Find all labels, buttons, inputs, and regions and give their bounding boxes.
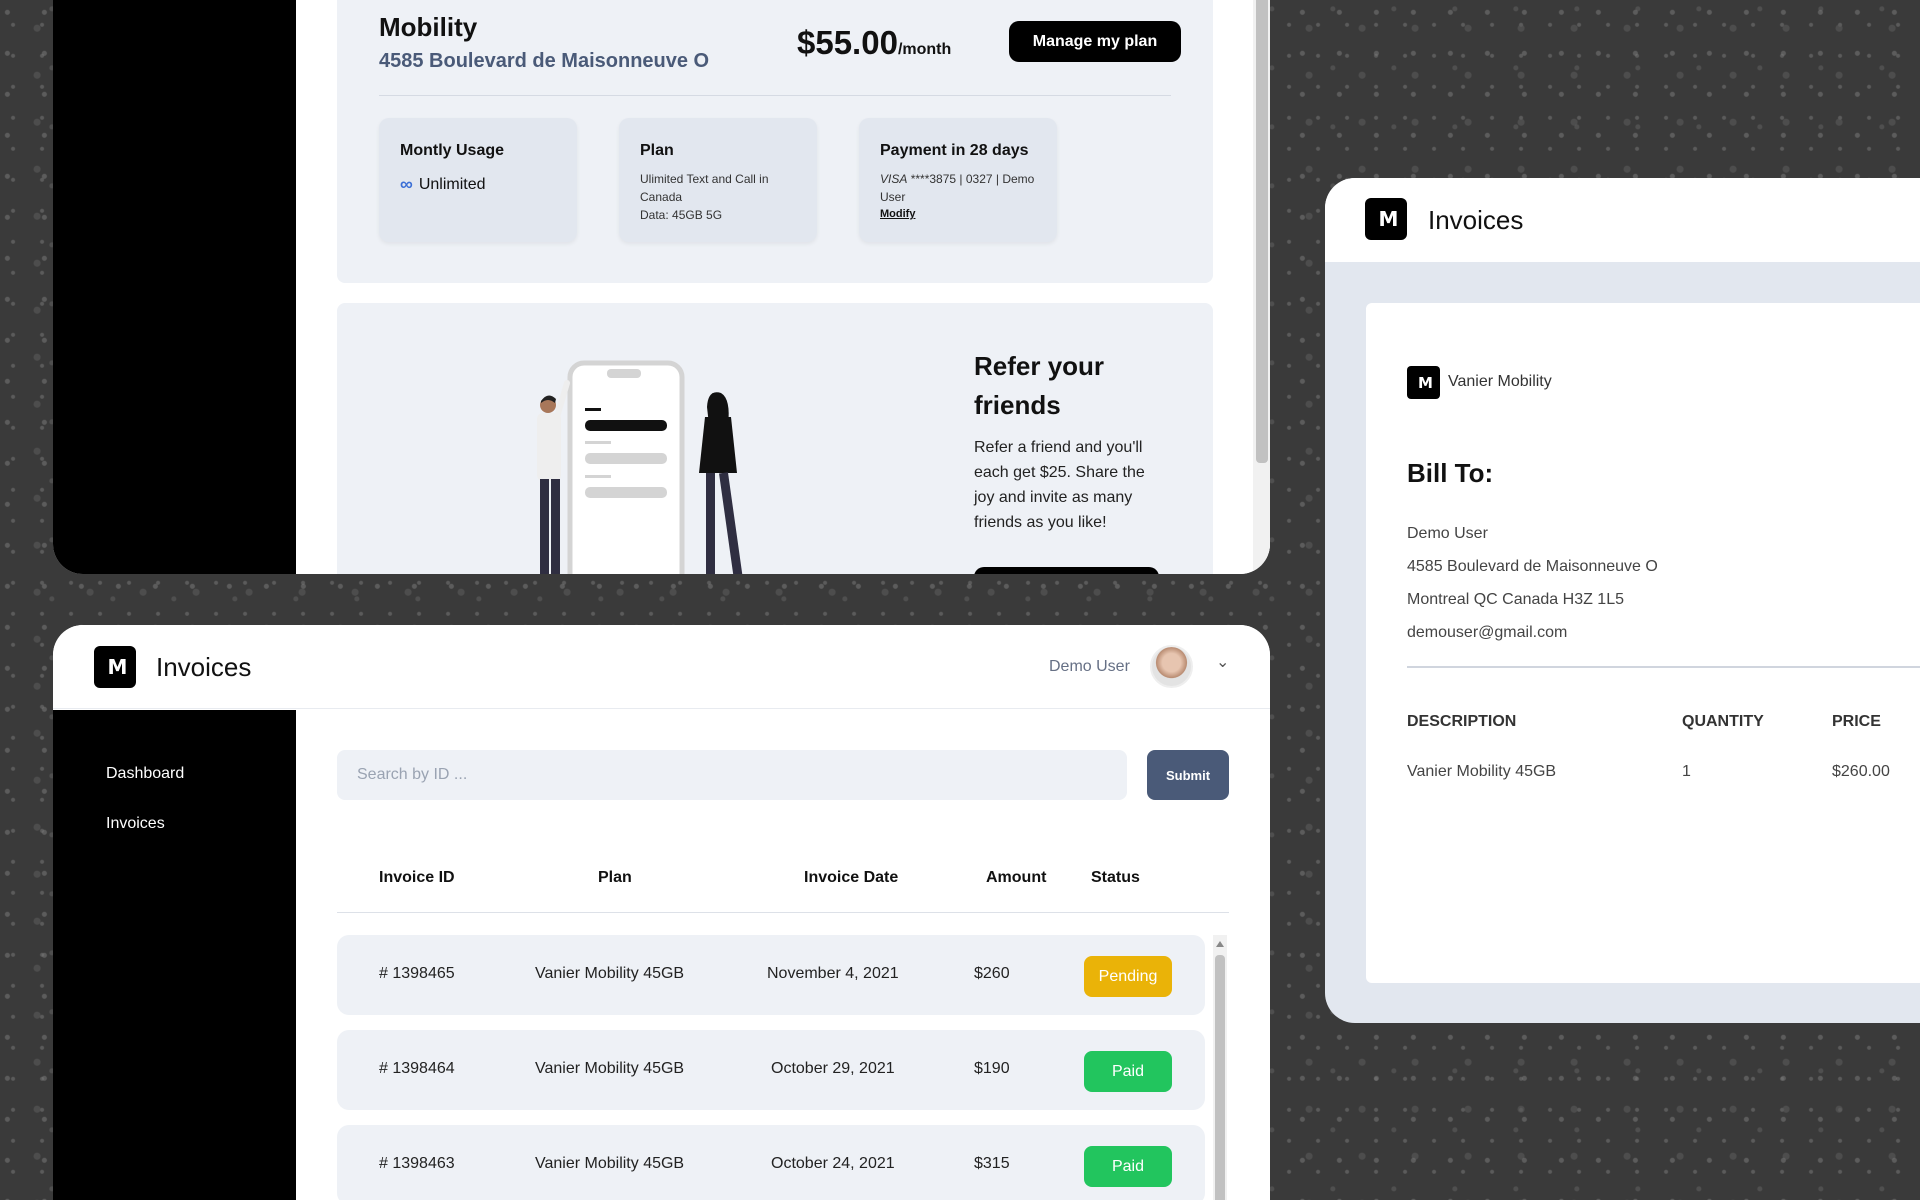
avatar[interactable] xyxy=(1150,645,1193,688)
invoice-id: # 1398465 xyxy=(379,965,455,982)
item-quantity: 1 xyxy=(1682,763,1691,780)
payment-card: Payment in 28 days VISA ****3875 | 0327 … xyxy=(859,118,1057,242)
price-amount: $55.00 xyxy=(797,24,898,61)
sidebar: Dashboard Invoices xyxy=(53,710,296,1200)
invoice-id: # 1398463 xyxy=(379,1155,455,1172)
invoice-plan: Vanier Mobility 45GB xyxy=(535,965,685,982)
usage-text: Unlimited xyxy=(418,175,486,193)
invoice-plan: Vanier Mobility 45GB xyxy=(535,1155,685,1172)
app-logo[interactable]: M xyxy=(1365,198,1407,240)
refer-text: Refer a friend and you'll each get $25. … xyxy=(974,439,1145,531)
refer-illustration xyxy=(537,360,744,574)
page-title: Invoices xyxy=(156,652,252,682)
payment-title: Payment in 28 days xyxy=(880,142,1029,159)
dashboard-main: Mobility 4585 Boulevard de Maisonneuve O… xyxy=(296,0,1270,574)
company-logo: M xyxy=(1407,366,1440,399)
invoices-list-window: M Invoices Demo User ⌄ Dashboard Invoice… xyxy=(53,625,1270,1200)
user-name[interactable]: Demo User xyxy=(1049,658,1130,676)
usage-value: ∞ Unlimited xyxy=(400,174,556,195)
column-header-amount: Amount xyxy=(986,869,1047,886)
chevron-down-icon[interactable]: ⌄ xyxy=(1216,652,1229,672)
card-brand: VISA xyxy=(880,172,908,186)
table-row[interactable]: # 1398463 Vanier Mobility 45GB October 2… xyxy=(337,1125,1205,1200)
scrollbar-thumb[interactable] xyxy=(1256,0,1268,463)
column-header-price: PRICE xyxy=(1832,713,1881,730)
plan-card-title: Plan xyxy=(640,142,674,159)
status-badge: Paid xyxy=(1084,1051,1172,1092)
logo-mark: M xyxy=(1418,373,1433,392)
table-scrollbar[interactable] xyxy=(1213,935,1227,1200)
company-name: Vanier Mobility xyxy=(1448,373,1552,390)
price-unit: /month xyxy=(897,41,952,58)
plan-title: Mobility xyxy=(379,12,478,42)
plan-dashboard-window: Mobility 4585 Boulevard de Maisonneuve O… xyxy=(53,0,1270,574)
refer-friends-card: Refer your friends Refer a friend and yo… xyxy=(337,303,1213,574)
scroll-up-icon[interactable] xyxy=(1216,941,1224,947)
column-header-status: Status xyxy=(1091,869,1140,886)
status-badge: Paid xyxy=(1084,1146,1172,1187)
monthly-usage-card: Montly Usage ∞ Unlimited xyxy=(379,118,577,242)
payment-details: VISA ****3875 | 0327 | Demo User xyxy=(880,170,1036,206)
plan-card: Plan Ulimited Text and Call in Canada Dat… xyxy=(619,118,817,242)
invoice-document: M Vanier Mobility I DI Bill To: Demo Use… xyxy=(1366,303,1920,983)
divider xyxy=(1407,666,1920,668)
sidebar-item-dashboard[interactable]: Dashboard xyxy=(106,765,184,783)
invoice-amount: $190 xyxy=(974,1060,1010,1077)
page-scrollbar[interactable] xyxy=(1253,0,1270,574)
plan-details: Ulimited Text and Call in Canada Data: 45… xyxy=(640,170,796,224)
invoice-date: November 4, 2021 xyxy=(767,965,899,982)
top-bar: M Invoices Demo User ⌄ xyxy=(53,625,1270,709)
invoice-id: # 1398464 xyxy=(379,1060,455,1077)
plan-line-1: Ulimited Text and Call in Canada xyxy=(640,172,769,204)
submit-button[interactable]: Submit xyxy=(1147,750,1229,800)
column-header-description: DESCRIPTION xyxy=(1407,713,1517,730)
plan-summary-card: Mobility 4585 Boulevard de Maisonneuve O… xyxy=(337,0,1213,283)
plan-line-2: Data: 45GB 5G xyxy=(640,208,723,222)
scrollbar-thumb[interactable] xyxy=(1215,955,1225,1200)
app-logo[interactable]: M xyxy=(94,646,136,688)
invoice-detail-window: M Invoices M Vanier Mobility I DI Bill T… xyxy=(1325,178,1920,1023)
sidebar xyxy=(53,0,296,574)
infinity-icon: ∞ xyxy=(400,174,413,194)
invoice-plan: Vanier Mobility 45GB xyxy=(535,1060,685,1077)
invoice-amount: $260 xyxy=(974,965,1010,982)
column-header-plan: Plan xyxy=(598,869,632,886)
search-input[interactable] xyxy=(337,750,1127,800)
page-title: Invoices xyxy=(1428,205,1524,235)
header-divider xyxy=(337,912,1229,913)
sidebar-item-invoices[interactable]: Invoices xyxy=(106,815,165,833)
invoice-date: October 29, 2021 xyxy=(771,1060,895,1077)
bill-to-city: Montreal QC Canada H3Z 1L5 xyxy=(1407,591,1624,608)
plan-address: 4585 Boulevard de Maisonneuve O xyxy=(379,50,710,72)
monthly-usage-title: Montly Usage xyxy=(400,142,505,159)
invoice-date: October 24, 2021 xyxy=(771,1155,895,1172)
logo-mark: M xyxy=(107,655,128,679)
bill-to-email: demouser@gmail.com xyxy=(1407,624,1568,641)
logo-mark: M xyxy=(1378,207,1399,231)
table-row[interactable]: # 1398464 Vanier Mobility 45GB October 2… xyxy=(337,1030,1205,1110)
column-header-invoice-id: Invoice ID xyxy=(379,869,455,886)
column-header-quantity: QUANTITY xyxy=(1682,713,1764,730)
divider xyxy=(379,95,1171,96)
invoice-amount: $315 xyxy=(974,1155,1010,1172)
column-header-invoice-date: Invoice Date xyxy=(804,869,899,886)
top-bar: M Invoices xyxy=(1325,178,1920,262)
bill-to-name: Demo User xyxy=(1407,525,1488,542)
refer-button[interactable] xyxy=(974,567,1159,574)
item-description: Vanier Mobility 45GB xyxy=(1407,763,1557,780)
manage-plan-button[interactable]: Manage my plan xyxy=(1009,21,1181,62)
bill-to-heading: Bill To: xyxy=(1407,458,1494,488)
table-row[interactable]: # 1398465 Vanier Mobility 45GB November … xyxy=(337,935,1205,1015)
refer-title: Refer your friends xyxy=(974,351,1105,420)
modify-payment-link[interactable]: Modify xyxy=(880,208,1036,220)
plan-price: $55.00/month xyxy=(797,24,951,62)
item-price: $260.00 xyxy=(1832,763,1890,780)
status-badge: Pending xyxy=(1084,956,1172,997)
bill-to-street: 4585 Boulevard de Maisonneuve O xyxy=(1407,558,1658,575)
